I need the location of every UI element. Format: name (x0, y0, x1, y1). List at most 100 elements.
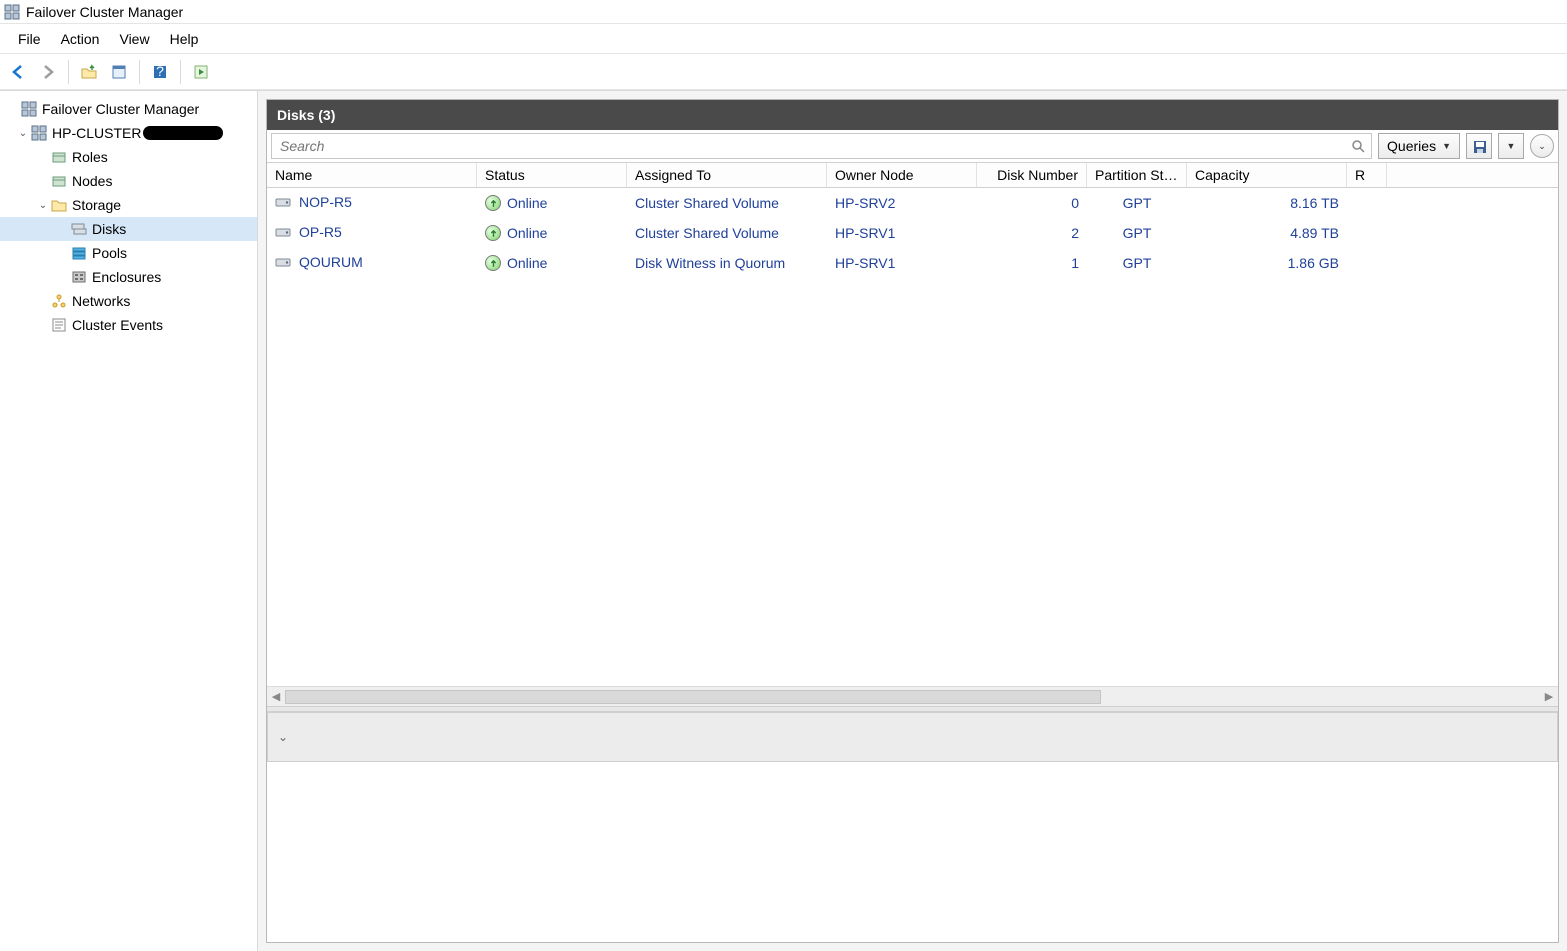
tree-storage[interactable]: ⌄ Storage (0, 193, 257, 217)
menu-file[interactable]: File (8, 27, 51, 51)
horizontal-scrollbar[interactable]: ◀ ▶ (267, 686, 1558, 706)
toolbar (0, 54, 1567, 90)
tree-pane: Failover Cluster Manager ⌄ HP-CLUSTER Ro… (0, 91, 258, 951)
menu-action[interactable]: Action (51, 27, 110, 51)
col-name[interactable]: Name (267, 163, 477, 187)
col-pstyle[interactable]: Partition Style (1087, 163, 1187, 187)
tree-root[interactable]: Failover Cluster Manager (0, 97, 257, 121)
scroll-thumb[interactable] (285, 690, 1101, 704)
table-row[interactable]: QOURUMOnlineDisk Witness in QuorumHP-SRV… (267, 248, 1558, 278)
scroll-track[interactable] (285, 690, 1540, 704)
title-bar: Failover Cluster Manager (0, 0, 1567, 24)
panel-title: Disks (3) (277, 107, 335, 123)
cell-capacity: 8.16 TB (1187, 195, 1347, 211)
detail-collapsed-bar[interactable]: ⌄ (267, 712, 1558, 762)
nav-back-button[interactable] (4, 58, 32, 86)
cell-owner: HP-SRV1 (827, 225, 977, 241)
save-query-dropdown[interactable]: ▼ (1498, 133, 1524, 159)
cell-owner: HP-SRV2 (827, 195, 977, 211)
events-icon (50, 317, 68, 333)
cell-assigned: Cluster Shared Volume (627, 195, 827, 211)
col-capacity[interactable]: Capacity (1187, 163, 1347, 187)
col-extra[interactable]: R (1347, 163, 1387, 187)
tree-pools[interactable]: Pools (0, 241, 257, 265)
save-icon (1472, 139, 1486, 153)
col-disknum[interactable]: Disk Number (977, 163, 1087, 187)
grid-header: Name Status Assigned To Owner Node Disk … (267, 163, 1558, 188)
tree-networks[interactable]: Networks (0, 289, 257, 313)
app-icon (4, 4, 20, 20)
tree-enclosures[interactable]: Enclosures (0, 265, 257, 289)
arrow-left-icon (10, 64, 26, 80)
main-split: Failover Cluster Manager ⌄ HP-CLUSTER Ro… (0, 90, 1567, 951)
scroll-right-icon[interactable]: ▶ (1540, 690, 1558, 703)
storage-icon (50, 197, 68, 213)
tree-events[interactable]: Cluster Events (0, 313, 257, 337)
menu-help-label: Help (170, 31, 199, 47)
chevron-down-icon: ▼ (1507, 141, 1516, 151)
cell-status: Online (477, 225, 627, 242)
redacted-text (143, 126, 223, 140)
cell-capacity: 1.86 GB (1187, 255, 1347, 271)
disk-icon (275, 194, 293, 212)
queries-dropdown[interactable]: Queries ▼ (1378, 133, 1460, 159)
tree-nodes[interactable]: Nodes (0, 169, 257, 193)
app-title: Failover Cluster Manager (26, 4, 183, 20)
table-row[interactable]: OP-R5OnlineCluster Shared VolumeHP-SRV12… (267, 218, 1558, 248)
cell-status: Online (477, 255, 627, 272)
search-input[interactable] (272, 138, 1345, 154)
help-icon (152, 64, 168, 80)
menu-help[interactable]: Help (160, 27, 209, 51)
cluster-manager-icon (20, 101, 38, 117)
arrow-right-icon (40, 64, 56, 80)
nav-forward-button[interactable] (34, 58, 62, 86)
scroll-left-icon[interactable]: ◀ (267, 690, 285, 703)
up-folder-button[interactable] (75, 58, 103, 86)
roles-icon (50, 149, 68, 165)
show-action-pane-button[interactable] (187, 58, 215, 86)
disks-grid: Name Status Assigned To Owner Node Disk … (267, 163, 1558, 706)
cell-owner: HP-SRV1 (827, 255, 977, 271)
tree-toggle-icon[interactable]: ⌄ (16, 128, 30, 139)
search-icon[interactable] (1345, 139, 1371, 153)
search-box (271, 133, 1372, 159)
content-pane: Disks (3) Queries ▼ ▼ ⌄ (258, 91, 1567, 951)
cell-pstyle: GPT (1087, 195, 1187, 211)
tree-enclosures-label: Enclosures (92, 269, 161, 285)
cell-capacity: 4.89 TB (1187, 225, 1347, 241)
help-button[interactable] (146, 58, 174, 86)
tree-cluster[interactable]: ⌄ HP-CLUSTER (0, 121, 257, 145)
tree-events-label: Cluster Events (72, 317, 163, 333)
search-row: Queries ▼ ▼ ⌄ (267, 130, 1558, 163)
cell-status: Online (477, 195, 627, 212)
tree-toggle-icon[interactable]: ⌄ (36, 200, 50, 211)
toolbar-separator (68, 60, 69, 84)
disk-icon (275, 254, 293, 272)
window-icon (111, 64, 127, 80)
menu-view[interactable]: View (109, 27, 159, 51)
cluster-icon (30, 125, 48, 141)
col-status[interactable]: Status (477, 163, 627, 187)
tree-pools-label: Pools (92, 245, 127, 261)
chevron-down-icon: ⌄ (278, 730, 288, 744)
table-row[interactable]: NOP-R5OnlineCluster Shared VolumeHP-SRV2… (267, 188, 1558, 218)
col-owner[interactable]: Owner Node (827, 163, 977, 187)
tree-roles[interactable]: Roles (0, 145, 257, 169)
tree-root-label: Failover Cluster Manager (42, 101, 199, 117)
menu-bar: File Action View Help (0, 24, 1567, 54)
networks-icon (50, 293, 68, 309)
tree-storage-label: Storage (72, 197, 121, 213)
detail-empty-area (267, 762, 1558, 942)
tree-disks[interactable]: Disks (0, 217, 257, 241)
menu-view-label: View (119, 31, 149, 47)
cell-disknum: 0 (977, 195, 1087, 211)
enclosures-icon (70, 269, 88, 285)
save-query-button[interactable] (1466, 133, 1492, 159)
show-hide-tree-button[interactable] (105, 58, 133, 86)
cell-pstyle: GPT (1087, 255, 1187, 271)
disks-icon (70, 221, 88, 237)
col-assigned[interactable]: Assigned To (627, 163, 827, 187)
play-window-icon (193, 64, 209, 80)
expand-collapse-button[interactable]: ⌄ (1530, 134, 1554, 158)
tree-roles-label: Roles (72, 149, 108, 165)
